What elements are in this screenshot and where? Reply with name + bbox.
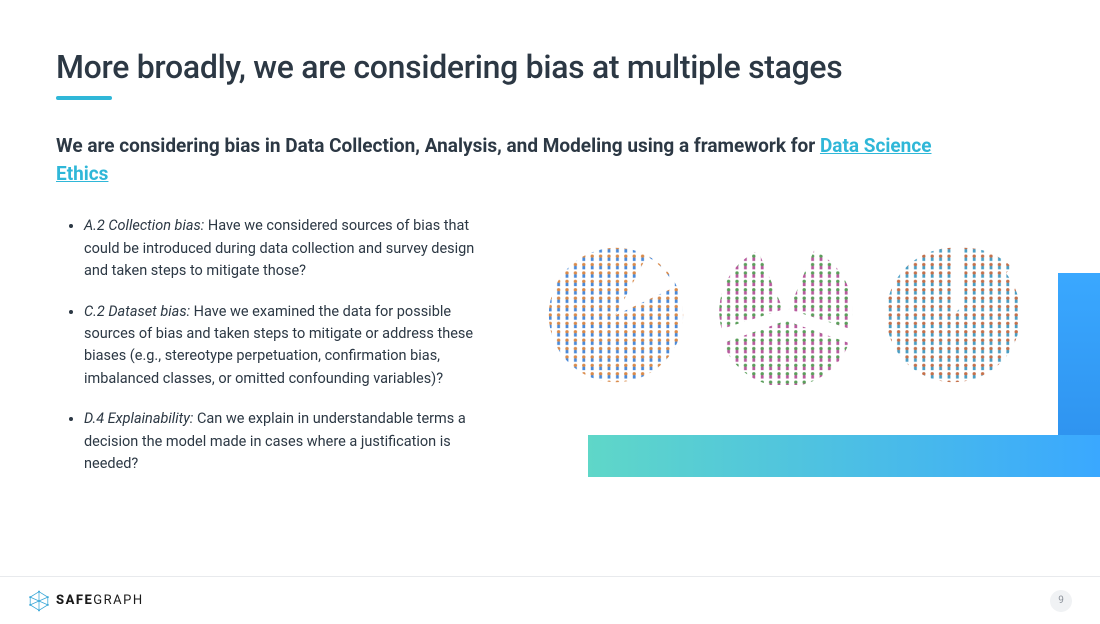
slide-subtitle: We are considering bias in Data Collecti… — [56, 132, 956, 187]
list-item: D.4 Explainability: Can we explain in un… — [84, 408, 496, 475]
people-pie-icon — [546, 245, 686, 385]
logo-icon — [28, 590, 50, 612]
slide-footer: SAFEGRAPH 9 — [0, 576, 1100, 624]
pie-charts-illustration — [546, 245, 1026, 385]
people-pie-icon — [716, 245, 856, 385]
slide-title: More broadly, we are considering bias at… — [56, 48, 1044, 86]
bullet-lead: C.2 Dataset bias: — [84, 303, 190, 320]
accent-bar-horizontal — [588, 435, 1100, 477]
safegraph-logo: SAFEGRAPH — [28, 590, 144, 612]
page-number: 9 — [1050, 590, 1072, 612]
graphic-area — [496, 215, 1044, 475]
bullet-lead: D.4 Explainability: — [84, 410, 193, 427]
accent-bar-vertical — [1058, 273, 1100, 435]
title-underline — [56, 96, 112, 100]
bullet-lead: A.2 Collection bias: — [84, 217, 204, 234]
list-item: A.2 Collection bias: Have we considered … — [84, 215, 496, 282]
logo-text: SAFEGRAPH — [56, 593, 144, 608]
list-item: C.2 Dataset bias: Have we examined the d… — [84, 301, 496, 391]
people-pie-icon — [886, 245, 1026, 385]
bullet-list: A.2 Collection bias: Have we considered … — [56, 215, 496, 494]
subtitle-text: We are considering bias in Data Collecti… — [56, 134, 820, 157]
